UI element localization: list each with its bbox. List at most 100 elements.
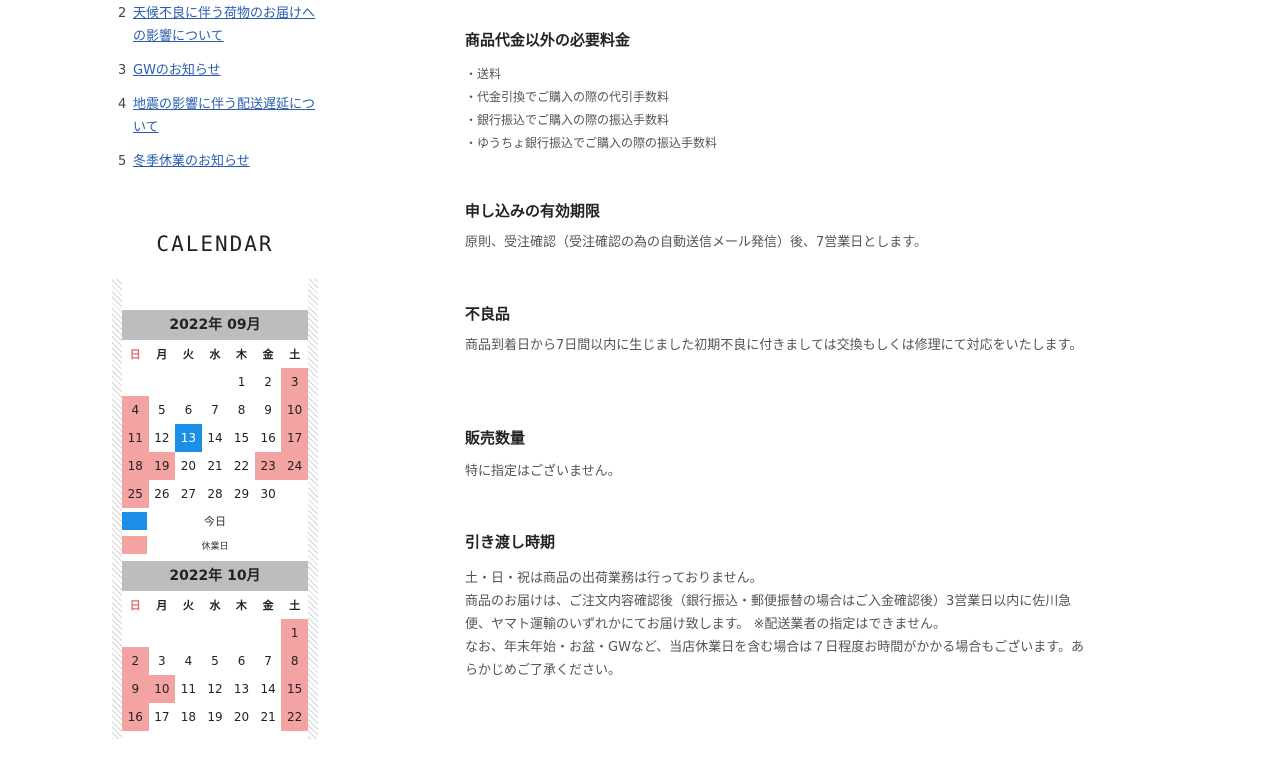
weekday-label: 月 xyxy=(156,599,168,612)
calendar-day: 29 xyxy=(233,487,250,501)
calendar-month-title: 2022年 10月 xyxy=(122,561,308,591)
shop-policy-content: 商品代金以外の必要料金 ・送料 ・代金引換でご購入の際の代引手数料 ・銀行振込で… xyxy=(465,27,1085,682)
calendar-week: 4 5 6 7 8 9 10 xyxy=(122,396,308,424)
calendar-day: 19 xyxy=(207,710,223,724)
weekday-label: 土 xyxy=(289,348,301,361)
calendar-week: 16 17 18 19 20 21 22 xyxy=(122,703,308,731)
legend-today-swatch xyxy=(122,512,147,530)
calendar-day: 16 xyxy=(260,431,276,445)
calendar-grid: 日月火水木金土 1 2 3 4 5 6 7 8 9 10 11 12 13 14 15 16 17 18 19 20 21… xyxy=(122,591,308,731)
calendar-day xyxy=(122,368,149,396)
calendar-month: 2022年 10月日月火水木金土 1 2 3 4 5 6 7 8 9 10 11 12 13 14 15 16 1… xyxy=(122,561,308,731)
calendar-week: 1 xyxy=(122,619,308,647)
calendar-day-holiday: 9 xyxy=(122,675,149,703)
calendar-week: 23 4 5 6 78 xyxy=(122,647,308,675)
calendar-day-holiday: 19 xyxy=(148,452,176,480)
calendar-day: 30 xyxy=(260,487,276,501)
weekday-label: 金 xyxy=(262,348,274,361)
section-heading: 申し込みの有効期限 xyxy=(465,202,601,220)
calendar-box: 2022年 09月日月火水木金土 1 2 3 4 5 6 7 8 9 10 11 12 13 14 15 16 1… xyxy=(112,279,318,770)
calendar-day-holiday: 2 xyxy=(122,647,149,675)
calendar-day-holiday: 25 xyxy=(122,480,149,508)
calendar-day-holiday: 24 xyxy=(281,452,308,480)
news-item: 3 GWのお知らせ xyxy=(118,59,318,82)
fee-item: ・ゆうちょ銀行振込でご購入の際の振込手数料 xyxy=(465,136,718,150)
news-item-link[interactable]: 冬季休業のお知らせ xyxy=(133,150,250,173)
news-item-link[interactable]: GWのお知らせ xyxy=(133,59,221,82)
calendar-day: 8 xyxy=(237,403,246,417)
section-extra-fees: 商品代金以外の必要料金 ・送料 ・代金引換でご購入の際の代引手数料 ・銀行振込で… xyxy=(465,27,1085,198)
calendar-day-holiday: 15 xyxy=(281,675,308,703)
fee-item: ・送料 xyxy=(465,67,502,81)
calendar-month: 2022年 09月日月火水木金土 1 2 3 4 5 6 7 8 9 10 11 12 13 14 15 16 1… xyxy=(122,310,308,556)
calendar-day-holiday: 23 xyxy=(254,452,282,480)
calendar-day: 13 xyxy=(233,682,250,696)
calendar-week: 18 19 20 21 22 23 24 xyxy=(122,452,308,480)
weekday-label: 水 xyxy=(209,348,221,361)
section-heading: 不良品 xyxy=(465,305,511,323)
section-sales-quantity: 販売数量 特に指定はございません。 xyxy=(465,425,1085,529)
news-item-number: 2 xyxy=(118,6,127,21)
weekday-label: 木 xyxy=(236,599,248,612)
calendar-day: 12 xyxy=(207,682,223,696)
calendar-day xyxy=(175,619,202,647)
weekday-label: 日 xyxy=(129,599,141,612)
calendar-day-holiday: 1 xyxy=(281,619,308,647)
weekday-label: 金 xyxy=(262,599,274,612)
calendar-day: 7 xyxy=(211,403,219,417)
legend-holiday-swatch xyxy=(122,536,147,554)
news-list: 2 天候不良に伴う荷物のお届けへの影響について 3 GWのお知らせ 4 地震の影… xyxy=(118,2,318,184)
news-item-number: 4 xyxy=(118,97,127,112)
news-item-link[interactable]: 地震の影響に伴う配送遅延について xyxy=(133,93,318,139)
section-text: 原則、受注確認（受注確認の為の自動送信メール発信）後、7営業日とします。 xyxy=(465,235,927,250)
calendar-week: 1 23 xyxy=(122,368,308,396)
section-text: 特に指定はございません。 xyxy=(465,464,621,479)
legend-today: 今日 xyxy=(122,508,308,534)
calendar-day: 20 xyxy=(233,710,250,724)
weekday-row: 日月火水木金土 xyxy=(122,340,308,368)
calendar-day-holiday: 10 xyxy=(281,396,308,424)
calendar-day-holiday: 10 xyxy=(148,675,176,703)
calendar-month-title: 2022年 09月 xyxy=(122,310,308,340)
news-item: 4 地震の影響に伴う配送遅延について xyxy=(118,93,318,139)
calendar-day: 12 xyxy=(154,431,170,445)
section-text: 土・日・祝は商品の出荷業務は行っておりません。 xyxy=(465,571,763,586)
section-text: 商品到着日から7日間以内に生じました初期不良に付きましては交換もしくは修理にて対… xyxy=(465,338,1083,353)
legend-holiday-label: 休業日 xyxy=(201,541,229,552)
fee-list: ・送料 ・代金引換でご購入の際の代引手数料 ・銀行振込でご購入の際の振込手数料 … xyxy=(465,63,1085,155)
news-item: 2 天候不良に伴う荷物のお届けへの影響について xyxy=(118,2,318,48)
section-heading: 販売数量 xyxy=(465,429,526,447)
calendar-day: 27 xyxy=(180,487,197,501)
legend-today-label: 今日 xyxy=(204,515,226,528)
calendar-day-holiday: 22 xyxy=(281,703,308,731)
calendar-day: 20 xyxy=(180,459,197,473)
calendar-day: 17 xyxy=(154,710,170,724)
calendar-week: 9 10 11 12 13 14 15 xyxy=(122,675,308,703)
calendar-day: 15 xyxy=(233,431,250,445)
weekday-row: 日月火水木金土 xyxy=(122,591,308,619)
calendar-day: 21 xyxy=(207,459,223,473)
calendar-day: 3 xyxy=(158,654,166,668)
section-heading: 引き渡し時期 xyxy=(465,533,556,551)
calendar-day-holiday: 11 xyxy=(122,424,149,452)
weekday-label: 木 xyxy=(236,348,248,361)
calendar-week: 11 12 13 14 15 16 17 xyxy=(122,424,308,452)
fee-item: ・代金引換でご購入の際の代引手数料 xyxy=(465,90,670,104)
fee-item: ・銀行振込でご購入の際の振込手数料 xyxy=(465,113,670,127)
calendar-day: 11 xyxy=(180,682,197,696)
calendar-day: 6 xyxy=(237,654,246,668)
calendar-day: 14 xyxy=(207,431,223,445)
calendar-day xyxy=(255,619,282,647)
calendar-day: 22 xyxy=(233,459,250,473)
calendar-day xyxy=(122,619,149,647)
calendar-day-holiday: 17 xyxy=(281,424,308,452)
news-item-link[interactable]: 天候不良に伴う荷物のお届けへの影響について xyxy=(133,2,318,48)
weekday-label: 月 xyxy=(156,348,168,361)
weekday-label: 火 xyxy=(182,348,194,361)
calendar-day-holiday: 4 xyxy=(122,396,149,424)
calendar-day: 2 xyxy=(264,375,272,389)
calendar-day: 7 xyxy=(264,654,272,668)
calendar-day-holiday: 16 xyxy=(122,703,149,731)
section-text: 商品のお届けは、ご注文内容確認後（銀行振込・郵便振替の場合はご入金確認後）3営業… xyxy=(465,594,1072,632)
calendar-day: 1 xyxy=(237,375,246,389)
